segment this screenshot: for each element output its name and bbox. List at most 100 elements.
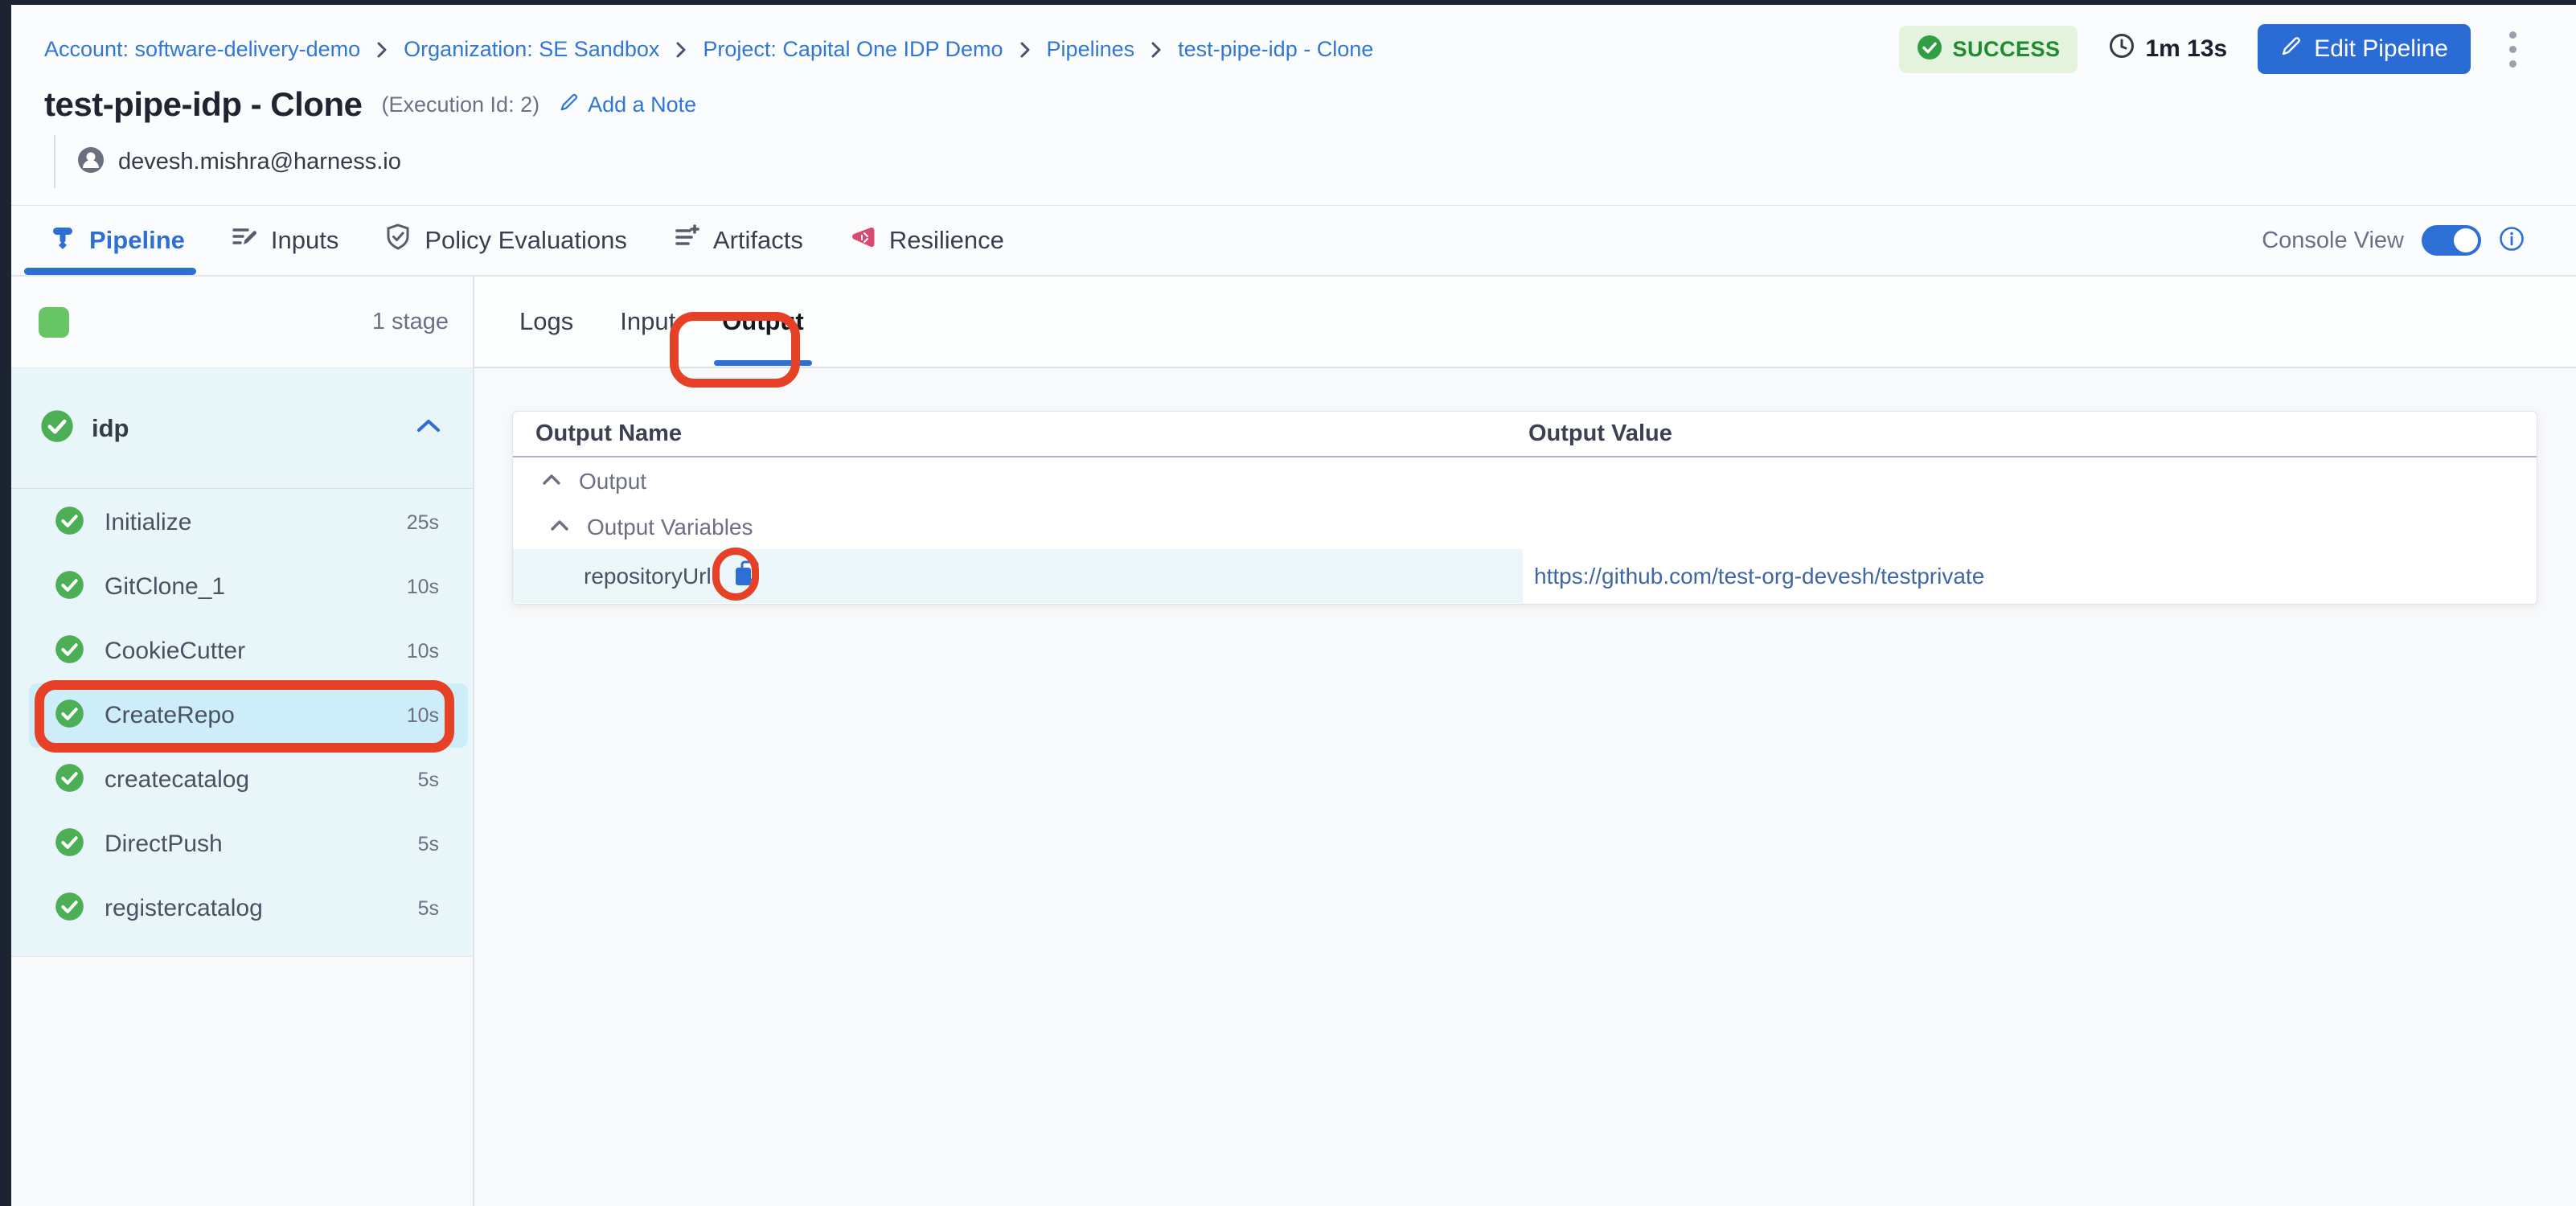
success-check-icon bbox=[55, 763, 84, 797]
tab-policy-evaluations-label: Policy Evaluations bbox=[425, 226, 627, 255]
step-item-cookiecutter[interactable]: CookieCutter 10s bbox=[29, 619, 468, 683]
output-value-link[interactable]: https://github.com/test-org-devesh/testp… bbox=[1534, 564, 1984, 589]
breadcrumb-execution[interactable]: test-pipe-idp - Clone bbox=[1178, 37, 1373, 62]
resilience-chaos-icon bbox=[848, 223, 877, 258]
breadcrumb: Account: software-delivery-demo Organiza… bbox=[44, 37, 1373, 62]
step-label: CookieCutter bbox=[105, 638, 245, 665]
success-check-icon bbox=[55, 634, 84, 668]
tab-output[interactable]: Output bbox=[722, 277, 804, 367]
add-note-link[interactable]: Add a Note bbox=[559, 92, 696, 118]
tree-group-label: Output Variables bbox=[587, 515, 753, 540]
edit-pipeline-button[interactable]: Edit Pipeline bbox=[2258, 24, 2471, 74]
active-tab-underline bbox=[714, 360, 812, 366]
tree-group-output-variables[interactable]: Output Variables bbox=[513, 505, 2537, 549]
step-item-createcatalog[interactable]: createcatalog 5s bbox=[29, 748, 468, 812]
more-options-menu[interactable] bbox=[2501, 27, 2525, 72]
add-note-label: Add a Note bbox=[588, 92, 696, 117]
execution-header: Account: software-delivery-demo Organiza… bbox=[11, 5, 2576, 206]
chevron-up-icon bbox=[550, 519, 569, 535]
output-name-cell: repositoryUrl bbox=[513, 549, 1523, 603]
inputs-icon bbox=[230, 223, 259, 258]
clock-icon bbox=[2108, 32, 2135, 66]
output-variable-name: repositoryUrl bbox=[584, 564, 712, 589]
step-item-registercatalog[interactable]: registercatalog 5s bbox=[29, 876, 468, 941]
tab-inputs[interactable]: Inputs bbox=[230, 206, 338, 275]
step-label: DirectPush bbox=[105, 831, 223, 858]
step-label: CreateRepo bbox=[105, 702, 235, 729]
output-table-header: Output Name Output Value bbox=[513, 412, 2537, 457]
tab-artifacts-label: Artifacts bbox=[713, 226, 803, 255]
tab-artifacts[interactable]: Artifacts bbox=[672, 206, 803, 275]
collapsed-nav-edge bbox=[0, 0, 11, 1206]
step-duration: 5s bbox=[418, 897, 439, 921]
step-item-createrepo[interactable]: CreateRepo 10s bbox=[29, 683, 468, 748]
console-view-control: Console View bbox=[2262, 206, 2525, 275]
step-label: Initialize bbox=[105, 509, 191, 536]
execution-tabs: Pipeline Inputs Policy Evaluations Artif… bbox=[48, 206, 1004, 275]
pipeline-icon bbox=[48, 223, 77, 258]
success-check-icon bbox=[40, 409, 74, 447]
tab-inputs-label: Inputs bbox=[271, 226, 338, 255]
user-email: devesh.mishra@harness.io bbox=[118, 149, 401, 175]
step-item-initialize[interactable]: Initialize 25s bbox=[29, 490, 468, 555]
step-duration: 10s bbox=[407, 704, 439, 728]
tab-resilience[interactable]: Resilience bbox=[848, 206, 1004, 275]
step-list: Initialize 25s GitClone_1 10s CookieCutt… bbox=[11, 489, 473, 941]
pencil-icon bbox=[559, 92, 580, 118]
tree-group-label: Output bbox=[579, 469, 646, 494]
tab-pipeline-label: Pipeline bbox=[89, 226, 185, 255]
success-check-icon bbox=[55, 827, 84, 861]
tab-logs[interactable]: Logs bbox=[519, 277, 573, 367]
tab-logs-label: Logs bbox=[519, 307, 573, 336]
step-duration: 5s bbox=[418, 769, 439, 792]
header-actions: SUCCESS 1m 13s Edit Pipeline bbox=[1899, 24, 2525, 74]
console-view-toggle[interactable] bbox=[2422, 225, 2481, 256]
chevron-up-icon[interactable] bbox=[415, 416, 442, 440]
artifacts-icon bbox=[672, 223, 701, 258]
execution-duration: 1m 13s bbox=[2108, 32, 2227, 66]
stage-count: 1 stage bbox=[372, 309, 449, 335]
triggered-by: devesh.mishra@harness.io bbox=[54, 135, 401, 188]
tree-group-output[interactable]: Output bbox=[513, 457, 2537, 505]
success-check-icon bbox=[55, 570, 84, 604]
pencil-icon bbox=[2280, 35, 2303, 64]
breadcrumb-organization[interactable]: Organization: SE Sandbox bbox=[404, 37, 659, 62]
shield-check-icon bbox=[384, 223, 412, 258]
step-item-gitclone-1[interactable]: GitClone_1 10s bbox=[29, 555, 468, 619]
step-label: registercatalog bbox=[105, 895, 263, 922]
title-row: test-pipe-idp - Clone (Execution Id: 2) … bbox=[44, 85, 696, 124]
stage-name: idp bbox=[92, 414, 129, 443]
chevron-right-icon bbox=[375, 40, 389, 59]
chevron-up-icon bbox=[542, 473, 561, 490]
column-output-value: Output Value bbox=[1528, 420, 1672, 447]
chevron-right-icon bbox=[1149, 40, 1163, 59]
stage-item-idp[interactable]: idp bbox=[11, 368, 473, 489]
table-row-repositoryurl: repositoryUrl https://github.com/test-or… bbox=[513, 549, 2537, 603]
execution-id: (Execution Id: 2) bbox=[381, 92, 539, 117]
copy-icon[interactable] bbox=[731, 556, 763, 596]
stage-summary-bar: 1 stage bbox=[11, 277, 473, 368]
edit-pipeline-label: Edit Pipeline bbox=[2314, 35, 2448, 63]
console-view-label: Console View bbox=[2262, 228, 2404, 254]
step-label: createcatalog bbox=[105, 766, 249, 794]
output-table: Output Name Output Value Output Output V… bbox=[512, 411, 2537, 605]
step-item-directpush[interactable]: DirectPush 5s bbox=[29, 812, 468, 876]
stage-tree-panel: idp Initialize 25s GitClone_1 10s Cookie… bbox=[11, 368, 473, 957]
tab-pipeline[interactable]: Pipeline bbox=[48, 206, 185, 275]
active-tab-underline bbox=[24, 268, 196, 275]
chevron-right-icon bbox=[674, 40, 688, 59]
tab-policy-evaluations[interactable]: Policy Evaluations bbox=[384, 206, 627, 275]
tab-resilience-label: Resilience bbox=[889, 226, 1004, 255]
step-duration: 25s bbox=[407, 511, 439, 535]
success-check-icon bbox=[55, 892, 84, 925]
breadcrumb-pipelines[interactable]: Pipelines bbox=[1047, 37, 1135, 62]
execution-tabbar: Pipeline Inputs Policy Evaluations Artif… bbox=[11, 206, 2576, 277]
breadcrumb-project[interactable]: Project: Capital One IDP Demo bbox=[703, 37, 1003, 62]
duration-value: 1m 13s bbox=[2145, 35, 2227, 63]
status-badge-label: SUCCESS bbox=[1952, 37, 2060, 62]
success-check-icon bbox=[55, 506, 84, 539]
tab-input[interactable]: Input bbox=[620, 277, 675, 367]
tab-output-label: Output bbox=[722, 307, 804, 336]
info-icon[interactable] bbox=[2499, 226, 2525, 256]
breadcrumb-account[interactable]: Account: software-delivery-demo bbox=[44, 37, 360, 62]
